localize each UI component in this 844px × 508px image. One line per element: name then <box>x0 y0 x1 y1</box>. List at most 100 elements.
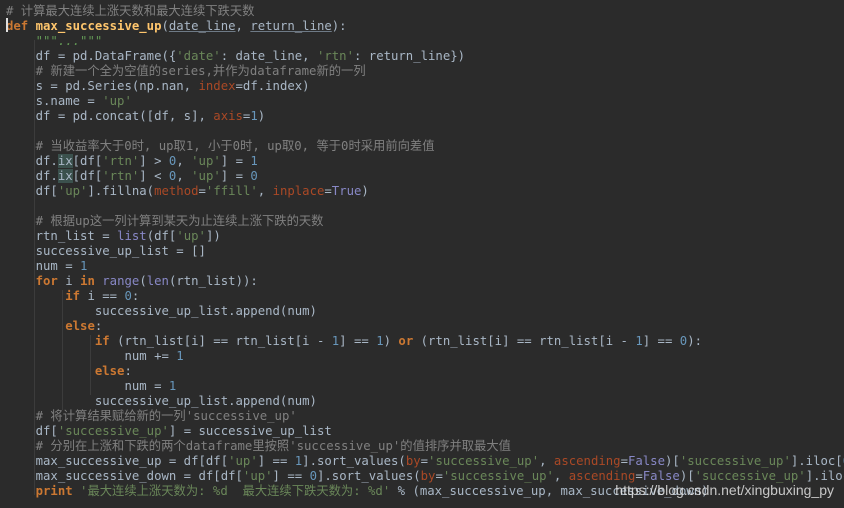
code-text: # 根据up这一列计算到某天为止连续上涨下跌的天数 <box>6 214 324 229</box>
code-token: ) <box>257 109 266 123</box>
code-token: 'successive_up' <box>428 454 540 468</box>
code-token: df. <box>6 169 58 183</box>
code-token: = <box>635 469 643 483</box>
code-token: ix <box>57 154 73 168</box>
code-token: if <box>94 334 118 348</box>
code-token: : <box>94 319 103 333</box>
code-token: s = pd.Series(np.nan, <box>6 79 199 93</box>
code-text: else: <box>6 364 132 379</box>
code-token: 1 <box>376 334 384 348</box>
code-token: , <box>553 469 569 483</box>
code-editor[interactable]: # 计算最大连续上涨天数和最大连续下跌天数 def max_successive_… <box>0 0 844 508</box>
code-token: df[ <box>6 424 58 438</box>
code-token: max_successive_down = df[df[ <box>6 469 243 483</box>
code-line: successive_up_list = [] <box>0 244 844 259</box>
code-token: axis <box>213 109 243 123</box>
code-token: num = <box>6 259 81 273</box>
code-text: df = pd.DataFrame({'date': date_line, 'r… <box>6 49 465 64</box>
code-text: # 新建一个全为空值的series,并作为dataframe新的一列 <box>6 64 366 79</box>
code-token: 'up' <box>176 229 206 243</box>
code-text: df.ix[df['rtn'] > 0, 'up'] = 1 <box>6 154 258 169</box>
code-token: = <box>620 454 628 468</box>
code-token: 1 <box>80 259 88 273</box>
code-text: """...""" <box>6 34 103 49</box>
code-token: or <box>398 334 421 348</box>
code-text: df.ix[df['rtn'] < 0, 'up'] = 0 <box>6 169 258 184</box>
code-token: df. <box>6 154 58 168</box>
code-token: print <box>35 484 81 498</box>
code-line: for i in range(len(rtn_list)): <box>0 274 844 289</box>
code-token: ].sort_values( <box>302 454 406 468</box>
code-token: ) <box>361 184 369 198</box>
code-line: num = 1 <box>0 379 844 394</box>
code-token: : <box>131 289 140 303</box>
code-token: ( <box>139 274 147 288</box>
code-line: df.ix[df['rtn'] < 0, 'up'] = 0 <box>0 169 844 184</box>
code-line: def max_successive_up(date_line, return_… <box>0 19 844 34</box>
code-token: 'up' <box>228 454 258 468</box>
code-text: successive_up_list = [] <box>6 244 206 259</box>
code-token: method <box>154 184 199 198</box>
code-line: else: <box>0 364 844 379</box>
code-text: num = 1 <box>6 259 88 274</box>
code-line: df['up'].fillna(method='ffill', inplace=… <box>0 184 844 199</box>
code-token: [df[ <box>72 169 103 183</box>
code-token: ] = <box>220 169 251 183</box>
code-token: ] == <box>272 469 310 483</box>
code-token: by <box>405 454 421 468</box>
text-caret <box>6 18 8 32</box>
code-token: # 当收益率大于0时, up取1, 小于0时, up取0, 等于0时采用前向差值 <box>35 139 435 153</box>
code-token: ].sort_values( <box>316 469 421 483</box>
code-token: 'rtn' <box>316 49 354 63</box>
code-line: successive_up_list.append(num) <box>0 394 844 409</box>
code-token: successive_up_list.append(num) <box>6 394 317 408</box>
code-token: False <box>627 454 665 468</box>
code-token: 'up' <box>191 154 221 168</box>
code-token: 0 <box>309 469 317 483</box>
code-line: df = pd.concat([df, s], axis=1) <box>0 109 844 124</box>
code-token: """...""" <box>35 34 103 48</box>
code-token: 'date' <box>176 49 221 63</box>
code-token: len <box>146 274 169 288</box>
code-line: """...""" <box>0 34 844 49</box>
code-token: [df[ <box>72 154 103 168</box>
code-token: )[ <box>665 454 680 468</box>
code-token: 'rtn' <box>102 154 140 168</box>
code-token: index <box>198 79 236 93</box>
code-line: s = pd.Series(np.nan, index=df.index) <box>0 79 844 94</box>
code-text: successive_up_list.append(num) <box>6 304 317 319</box>
code-token: )[ <box>679 469 695 483</box>
code-token: 1 <box>250 109 258 123</box>
code-token: rtn_list = <box>6 229 118 243</box>
code-token: num = <box>6 379 169 393</box>
code-token: i <box>65 274 81 288</box>
code-token: 'up' <box>191 169 221 183</box>
code-token: , <box>176 154 192 168</box>
code-text: num += 1 <box>6 349 183 364</box>
code-token: list <box>117 229 147 243</box>
code-token: return_line <box>250 19 332 33</box>
code-text: else: <box>6 319 102 334</box>
code-line: if (rtn_list[i] == rtn_list[i - 1] == 1)… <box>0 334 844 349</box>
code-token: ): <box>331 19 347 33</box>
code-text: if (rtn_list[i] == rtn_list[i - 1] == 1)… <box>6 334 702 349</box>
code-token: ix <box>57 169 73 183</box>
code-text: print '最大连续上涨天数为: %d 最大连续下跌天数为: %d' % (m… <box>6 484 709 499</box>
code-text: df['up'].fillna(method='ffill', inplace=… <box>6 184 369 199</box>
code-token: 'up' <box>102 94 132 108</box>
code-text: # 计算最大连续上涨天数和最大连续下跌天数 <box>6 4 254 19</box>
code-token: 1 <box>168 379 177 393</box>
code-token: 1 <box>635 334 643 348</box>
code-token: # 分别在上涨和下跌的两个dataframe里按照'successive_up'… <box>35 439 511 453</box>
code-token: df[ <box>6 184 58 198</box>
code-token: (rtn_list[i] == rtn_list[i - <box>117 334 332 348</box>
